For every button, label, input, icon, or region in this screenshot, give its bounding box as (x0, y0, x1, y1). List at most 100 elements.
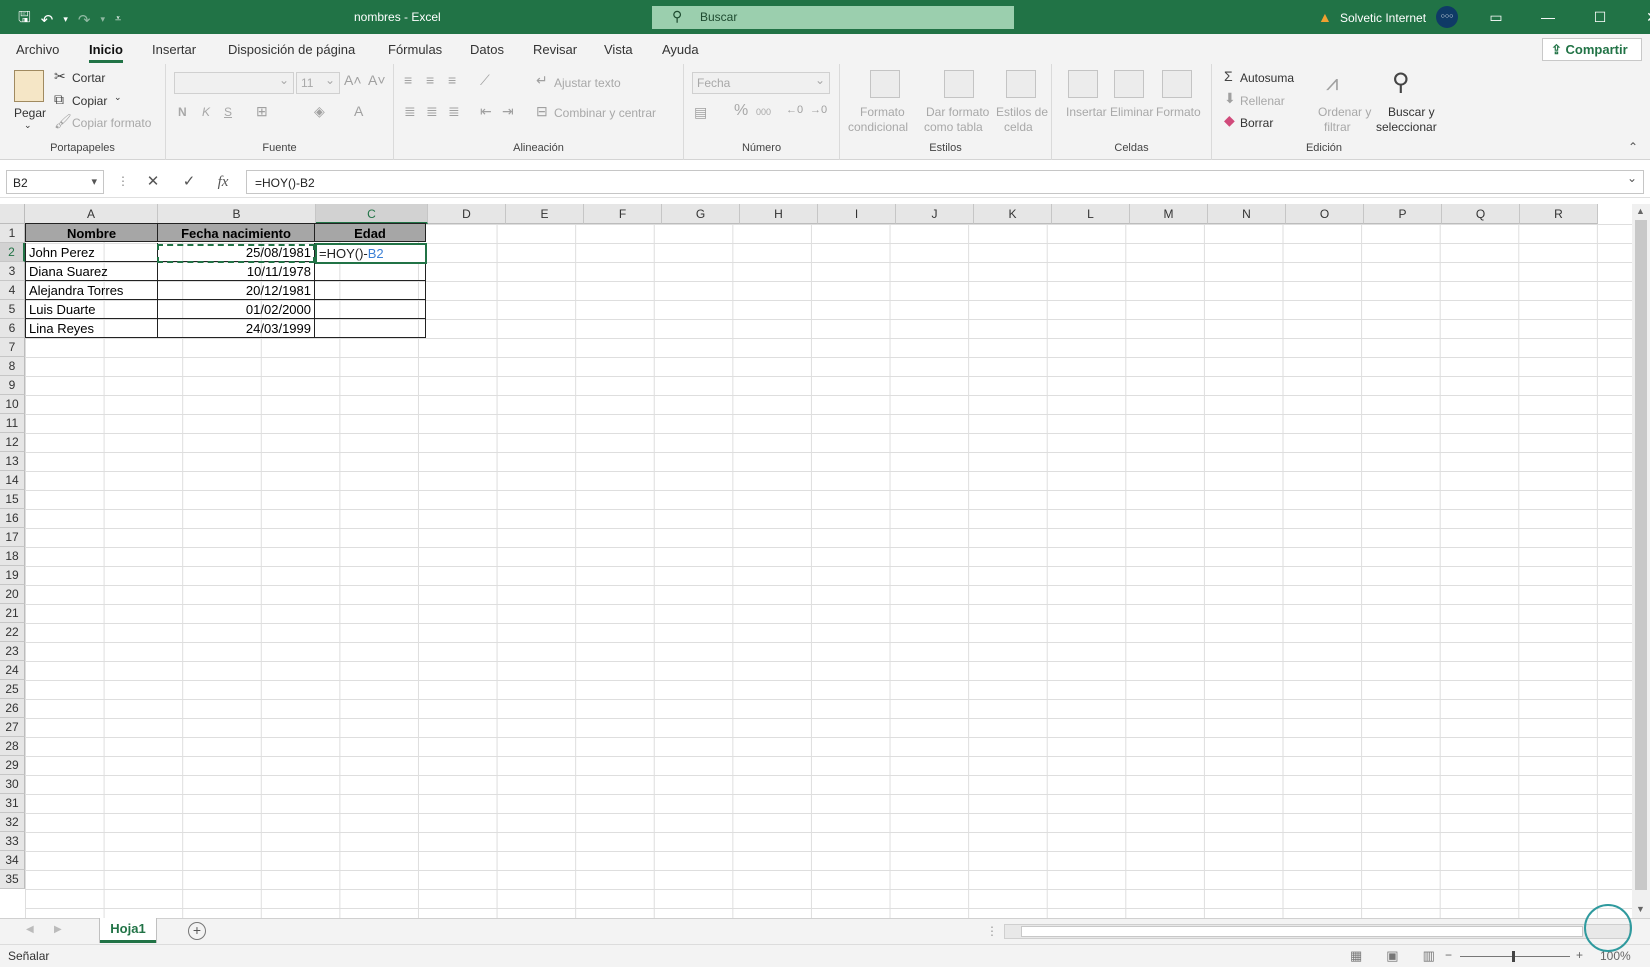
tab-formulas[interactable]: Fórmulas (388, 42, 442, 57)
find-select-label-2[interactable]: seleccionar (1376, 120, 1437, 134)
column-header-i[interactable]: I (818, 204, 896, 224)
column-header-e[interactable]: E (506, 204, 584, 224)
wrap-text-button[interactable]: Ajustar texto (554, 76, 621, 90)
row-header-18[interactable]: 18 (0, 547, 25, 566)
row-header-10[interactable]: 10 (0, 395, 25, 414)
save-icon[interactable]: 🖫 (18, 7, 31, 32)
sort-filter-label-2[interactable]: filtrar (1324, 120, 1351, 134)
row-header-32[interactable]: 32 (0, 813, 25, 832)
tab-datos[interactable]: Datos (470, 42, 504, 57)
page-layout-view-icon[interactable]: ▣ (1386, 948, 1398, 964)
row-header-26[interactable]: 26 (0, 699, 25, 718)
name-box[interactable]: B2 (6, 170, 104, 194)
cell-styles-label-2[interactable]: celda (1004, 120, 1033, 134)
vertical-scroll-thumb[interactable] (1635, 220, 1647, 890)
bold-button[interactable]: N (178, 105, 187, 119)
merge-center-button[interactable]: Combinar y centrar (554, 106, 656, 120)
sheet-tab-hoja1[interactable]: Hoja1 (100, 918, 156, 943)
row-header-30[interactable]: 30 (0, 775, 25, 794)
percent-button[interactable]: % (734, 102, 748, 120)
redo-dropdown-icon[interactable]: ▾ (100, 14, 105, 25)
decrease-indent-icon[interactable]: ⇤ (480, 103, 492, 120)
delete-cells-button[interactable]: Eliminar (1110, 105, 1153, 119)
cell-c4[interactable] (314, 281, 426, 300)
row-header-33[interactable]: 33 (0, 832, 25, 851)
column-header-h[interactable]: H (740, 204, 818, 224)
column-header-k[interactable]: K (974, 204, 1052, 224)
row-header-15[interactable]: 15 (0, 490, 25, 509)
scroll-down-icon[interactable]: ▼ (1636, 904, 1645, 914)
column-header-f[interactable]: F (584, 204, 662, 224)
row-header-23[interactable]: 23 (0, 642, 25, 661)
column-header-p[interactable]: P (1364, 204, 1442, 224)
paste-dropdown-icon[interactable]: ⌄ (24, 120, 32, 131)
maximize-icon[interactable]: ☐ (1574, 0, 1626, 34)
normal-view-icon[interactable]: ▦ (1350, 948, 1362, 964)
zoom-slider-thumb[interactable] (1512, 951, 1515, 962)
tab-archivo[interactable]: Archivo (16, 42, 59, 57)
customize-qat-icon[interactable]: ⩡ (115, 13, 121, 26)
column-header-q[interactable]: Q (1442, 204, 1520, 224)
format-painter-button[interactable]: Copiar formato (72, 116, 151, 130)
row-header-20[interactable]: 20 (0, 585, 25, 604)
paste-button[interactable]: Pegar (14, 106, 46, 120)
active-cell-c2[interactable]: =HOY()-B2 (315, 243, 427, 264)
split-grip-icon[interactable]: ⋮ (986, 924, 998, 938)
thousands-button[interactable]: 000 (756, 107, 771, 117)
align-center-icon[interactable]: ≣ (426, 103, 438, 120)
orientation-icon[interactable]: ⟋ (480, 72, 490, 89)
fill-color-icon[interactable]: ◈ (314, 103, 325, 120)
column-header-l[interactable]: L (1052, 204, 1130, 224)
row-header-11[interactable]: 11 (0, 414, 25, 433)
cell-c6[interactable] (314, 319, 426, 338)
row-header-21[interactable]: 21 (0, 604, 25, 623)
align-bottom-icon[interactable]: ≡ (448, 72, 456, 88)
column-header-g[interactable]: G (662, 204, 740, 224)
align-left-icon[interactable]: ≣ (404, 103, 416, 120)
cut-button[interactable]: Cortar (72, 71, 105, 85)
column-header-j[interactable]: J (896, 204, 974, 224)
cond-format-label-1[interactable]: Formato (860, 105, 905, 119)
formula-input[interactable]: =HOY()-B2 (246, 170, 1644, 194)
font-color-icon[interactable]: A (354, 103, 363, 119)
tab-insertar[interactable]: Insertar (152, 42, 196, 57)
share-button[interactable]: ⇪ Compartir (1542, 38, 1642, 61)
cell-b6[interactable]: 24/03/1999 (157, 319, 315, 338)
header-edad[interactable]: Edad (314, 223, 426, 242)
vertical-scrollbar[interactable]: ▲ ▼ (1632, 204, 1650, 918)
tab-ayuda[interactable]: Ayuda (662, 42, 699, 57)
row-header-17[interactable]: 17 (0, 528, 25, 547)
increase-font-icon[interactable]: A˄ (344, 72, 362, 88)
paste-icon[interactable] (14, 70, 44, 102)
row-header-2[interactable]: 2 (0, 243, 25, 262)
row-header-4[interactable]: 4 (0, 281, 25, 300)
row-header-27[interactable]: 27 (0, 718, 25, 737)
tab-vista[interactable]: Vista (604, 42, 633, 57)
user-name[interactable]: Solvetic Internet (1340, 11, 1426, 25)
format-cells-button[interactable]: Formato (1156, 105, 1201, 119)
header-fecha[interactable]: Fecha nacimiento (157, 223, 315, 242)
increase-indent-icon[interactable]: ⇥ (502, 103, 514, 120)
header-nombre[interactable]: Nombre (25, 223, 158, 242)
row-header-13[interactable]: 13 (0, 452, 25, 471)
horizontal-scroll-thumb[interactable] (1021, 926, 1583, 937)
sort-filter-label-1[interactable]: Ordenar y (1318, 105, 1371, 119)
horizontal-scrollbar[interactable] (1004, 924, 1630, 939)
increase-decimal-icon[interactable]: ←0 (786, 104, 803, 116)
row-header-3[interactable]: 3 (0, 262, 25, 281)
copy-button[interactable]: Copiar (72, 94, 107, 108)
scroll-up-icon[interactable]: ▲ (1636, 206, 1645, 216)
cell-b5[interactable]: 01/02/2000 (157, 300, 315, 319)
cell-a2[interactable]: John Perez (25, 243, 158, 262)
row-header-34[interactable]: 34 (0, 851, 25, 870)
decrease-decimal-icon[interactable]: →0 (810, 104, 827, 116)
search-box[interactable]: ⚲ Buscar (652, 6, 1014, 29)
column-header-a[interactable]: A (25, 204, 158, 224)
row-header-16[interactable]: 16 (0, 509, 25, 528)
zoom-out-icon[interactable]: − (1445, 948, 1452, 962)
cell-a5[interactable]: Luis Duarte (25, 300, 158, 319)
decrease-font-icon[interactable]: A˅ (368, 72, 386, 88)
tab-disposicion[interactable]: Disposición de página (228, 42, 355, 57)
row-header-1[interactable]: 1 (0, 224, 25, 243)
column-header-r[interactable]: R (1520, 204, 1598, 224)
